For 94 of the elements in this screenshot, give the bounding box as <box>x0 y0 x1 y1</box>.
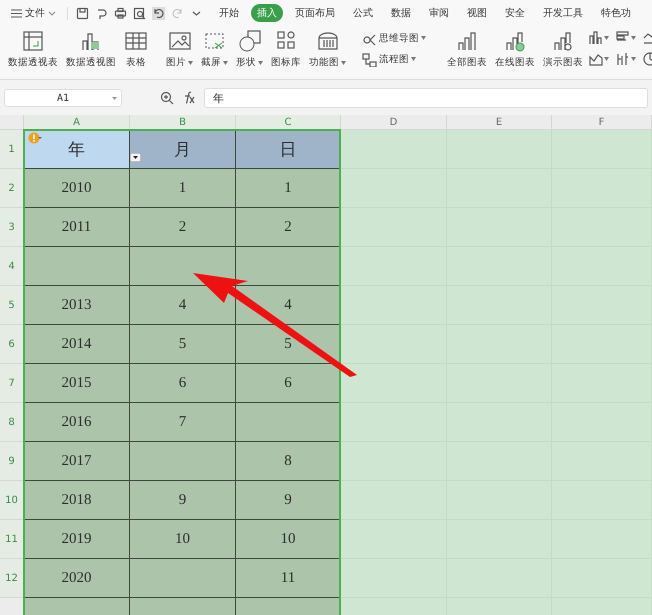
table-cell: 11 <box>236 559 341 598</box>
pivot-table-icon <box>21 29 45 53</box>
table-cell: 2010 <box>24 169 130 208</box>
formula-input[interactable]: 年 <box>204 88 648 108</box>
table-cell: 2013 <box>24 286 130 325</box>
ribbon-tab[interactable]: 页面布局 <box>289 4 341 22</box>
stock-chart-icon <box>615 51 630 66</box>
table-cell: 日 <box>236 130 341 169</box>
table-cell: 2018 <box>24 481 130 520</box>
column-header[interactable]: B <box>130 115 236 130</box>
ribbon-tool-button[interactable]: 数据透视图 <box>63 26 119 69</box>
table-cell: 5 <box>130 325 236 364</box>
row-header[interactable]: 10 <box>0 481 24 520</box>
table-cell: 8 <box>236 442 341 481</box>
filter-dropdown-icon[interactable] <box>130 153 141 162</box>
table-cell: 2 <box>236 208 341 247</box>
zoom-icon <box>160 91 174 105</box>
chart-type-button[interactable] <box>588 30 609 45</box>
ribbon-tool-button[interactable]: 演示图表 <box>540 26 586 69</box>
table-cell: 2011 <box>24 208 130 247</box>
table-cell: 2015 <box>24 364 130 403</box>
ribbon-tool-button[interactable]: 数据透视表 <box>5 26 61 69</box>
caret-icon <box>631 56 636 60</box>
table-cell: 月 <box>130 130 236 169</box>
chart-type-button[interactable] <box>615 51 636 66</box>
table-cell: 2019 <box>24 520 130 559</box>
name-box[interactable]: A1 <box>4 89 122 107</box>
ribbon-tab[interactable]: 安全 <box>499 4 531 22</box>
caret-icon <box>631 36 636 40</box>
table-cell: 6 <box>130 364 236 403</box>
shapes-icon <box>238 29 262 53</box>
column-header[interactable]: E <box>447 115 552 130</box>
row-header[interactable]: 6 <box>0 325 24 364</box>
column-header[interactable]: D <box>341 115 447 130</box>
table-cell: 7 <box>130 403 236 442</box>
table-cell: 2020 <box>24 559 130 598</box>
table-cell: 年 <box>24 130 130 169</box>
flowchart-icon <box>361 51 377 67</box>
ribbon-tab[interactable]: 数据 <box>385 4 417 22</box>
table-cell: 1 <box>130 169 236 208</box>
row-header[interactable]: 3 <box>0 208 24 247</box>
table-cell: 2016 <box>24 403 130 442</box>
ribbon-tool-button[interactable]: 流程图 <box>361 51 426 67</box>
row-header[interactable]: 4 <box>0 247 24 286</box>
column-header[interactable]: A <box>24 115 130 130</box>
table-cell: 9 <box>130 481 236 520</box>
row-header[interactable]: 8 <box>0 403 24 442</box>
row-header[interactable]: 2 <box>0 169 24 208</box>
ribbon-tab[interactable]: 开始 <box>213 4 245 22</box>
caret-icon <box>604 56 609 60</box>
chevron-down-icon <box>48 10 56 16</box>
warning-icon <box>28 132 42 144</box>
table-cell: 9 <box>236 481 341 520</box>
row-header[interactable]: 12 <box>0 559 24 598</box>
menu-icon <box>11 8 22 18</box>
ribbon-tool-button[interactable]: 表格 <box>121 26 151 69</box>
table-cell: 2014 <box>24 325 130 364</box>
table-cell: 2 <box>130 208 236 247</box>
row-header[interactable]: 11 <box>0 520 24 559</box>
print-icon[interactable] <box>114 6 127 20</box>
row-header[interactable]: 9 <box>0 442 24 481</box>
ribbon-tool-button[interactable]: 图片 <box>163 26 196 69</box>
export-icon[interactable] <box>95 6 108 20</box>
caret-icon <box>112 97 117 100</box>
table-cell: 6 <box>236 364 341 403</box>
ribbon-tool-button[interactable]: 在线图表 <box>492 26 538 69</box>
ribbon-tab[interactable]: 视图 <box>461 4 493 22</box>
save-icon[interactable] <box>76 6 89 20</box>
row-header[interactable]: 5 <box>0 286 24 325</box>
column-header[interactable]: C <box>236 115 341 130</box>
ribbon-tab[interactable]: 开发工具 <box>537 4 589 22</box>
table-cell: 10 <box>130 520 236 559</box>
ribbon-tool-button[interactable]: 形状 <box>233 26 266 69</box>
column-chart-icon <box>588 30 603 45</box>
annotation-arrow-icon <box>193 273 358 378</box>
ribbon-tool-button[interactable]: 截屏 <box>198 26 231 69</box>
print-preview-icon[interactable] <box>133 6 146 20</box>
file-menu[interactable]: 文件 <box>8 4 59 22</box>
ribbon-tab[interactable]: 公式 <box>347 4 379 22</box>
ribbon-tool-button[interactable]: 图标库 <box>268 26 304 69</box>
column-header[interactable]: F <box>552 115 652 130</box>
ribbon-tool-button[interactable]: 全部图表 <box>444 26 490 69</box>
ribbon-tool-button[interactable]: 思维导图 <box>361 30 426 46</box>
ribbon-tab[interactable]: 特色功 <box>595 4 637 22</box>
table-cell: 2017 <box>24 442 130 481</box>
row-header[interactable]: 7 <box>0 364 24 403</box>
ribbon-tool-button[interactable]: 功能图 <box>306 26 349 69</box>
table-cell: 10 <box>236 520 341 559</box>
table-cell: 4 <box>130 286 236 325</box>
undo-icon[interactable] <box>152 6 165 20</box>
ribbon-tab[interactable]: 审阅 <box>423 4 455 22</box>
caret-icon <box>604 36 609 40</box>
row-header[interactable]: 1 <box>0 130 24 169</box>
table-cell: 1 <box>236 169 341 208</box>
